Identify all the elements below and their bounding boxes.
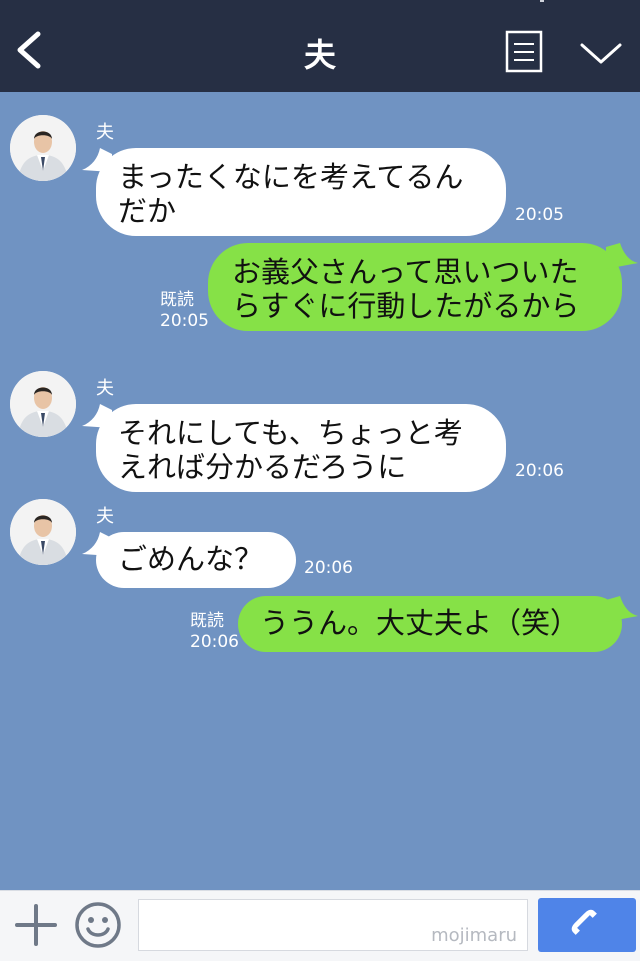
message-bubble[interactable]: お義父さんって思いついた らすぐに行動したがるから	[208, 243, 622, 331]
read-status: 既読	[190, 611, 224, 631]
message-bubble[interactable]: ううん。大丈夫よ（笑）	[238, 596, 622, 652]
bubble-tail	[606, 596, 638, 622]
phone-icon	[571, 909, 597, 935]
chat-title: 夫	[303, 36, 336, 74]
call-button[interactable]	[538, 898, 636, 952]
sender-name: 夫	[96, 378, 114, 399]
message-bubble[interactable]: ごめんな？	[96, 532, 296, 588]
chevron-down-icon	[580, 43, 622, 64]
add-attachment-button[interactable]	[14, 903, 58, 947]
avatar[interactable]	[10, 499, 76, 565]
sender-name: 夫	[96, 506, 114, 527]
message-time: 20:06	[304, 558, 353, 578]
composer-bar: mojimaru	[0, 890, 640, 961]
message-input[interactable]: mojimaru	[138, 899, 528, 951]
message-bubble[interactable]: まったくなにを考えてるん だか	[96, 148, 506, 236]
message-time: 20:06	[515, 461, 564, 481]
document-menu-icon	[505, 30, 543, 73]
plus-icon	[15, 904, 57, 946]
collapse-button[interactable]	[578, 36, 624, 70]
chevron-left-icon	[17, 31, 41, 69]
chat-header: 夫	[0, 0, 640, 92]
avatar[interactable]	[10, 371, 76, 437]
status-bar-indicator	[540, 0, 544, 2]
message-list[interactable]: 夫 まったくなにを考えてるん だか 20:05 既読 20:05 お義父さんって…	[0, 92, 640, 890]
smiley-icon	[75, 902, 121, 948]
bubble-tail	[606, 243, 638, 269]
message-time: 20:05	[160, 311, 209, 331]
person-avatar-icon	[10, 371, 76, 437]
person-avatar-icon	[10, 115, 76, 181]
message-time: 20:06	[190, 632, 239, 652]
message-bubble[interactable]: それにしても、ちょっと考 えれば分かるだろうに	[96, 404, 506, 492]
back-button[interactable]	[10, 26, 54, 74]
avatar[interactable]	[10, 115, 76, 181]
person-avatar-icon	[10, 499, 76, 565]
message-time: 20:05	[515, 205, 564, 225]
watermark: mojimaru	[431, 925, 517, 946]
menu-button[interactable]	[504, 30, 544, 74]
sender-name: 夫	[96, 122, 114, 143]
emoji-button[interactable]	[74, 901, 122, 949]
read-status: 既読	[160, 290, 194, 310]
